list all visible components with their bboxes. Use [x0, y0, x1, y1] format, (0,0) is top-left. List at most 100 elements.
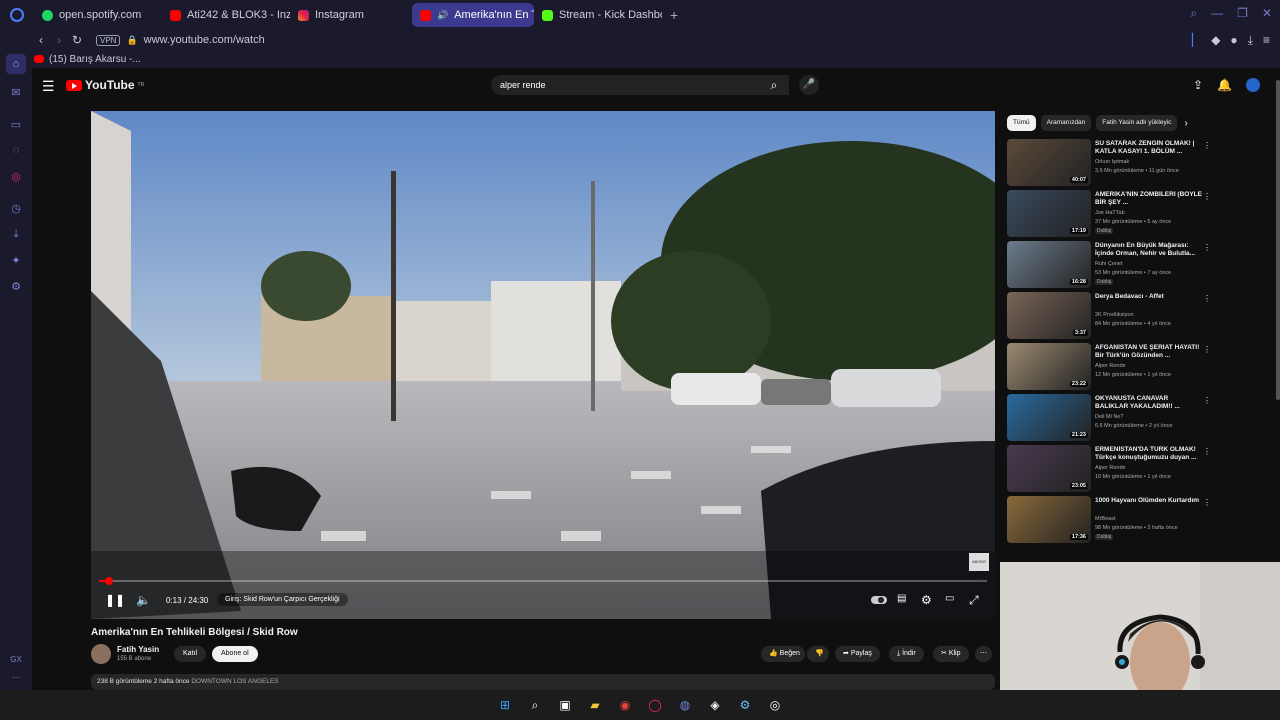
- task-view-icon[interactable]: ▣: [555, 695, 575, 715]
- related-channel-name[interactable]: Joe HaTTab: [1095, 210, 1125, 216]
- forward-icon[interactable]: ›: [50, 33, 68, 47]
- vpn-badge[interactable]: VPN: [96, 34, 121, 46]
- browser-menu-icon[interactable]: ≡: [1263, 33, 1270, 48]
- theater-mode-icon[interactable]: ▭: [945, 593, 954, 604]
- download-button[interactable]: ⤓ İndir: [889, 646, 924, 662]
- back-icon[interactable]: ‹: [32, 33, 50, 47]
- video-thumbnail[interactable]: 40:07: [1007, 139, 1091, 186]
- video-thumbnail[interactable]: 3:37: [1007, 292, 1091, 339]
- progress-scrubber[interactable]: [105, 577, 113, 585]
- youtube-logo[interactable]: YouTube TR: [66, 78, 144, 92]
- video-thumbnail[interactable]: 23:05: [1007, 445, 1091, 492]
- more-vertical-icon[interactable]: ⋮: [1203, 498, 1211, 507]
- related-channel-name[interactable]: Orkun Işıtmak: [1095, 159, 1129, 165]
- steam-icon[interactable]: ⚙: [735, 695, 755, 715]
- related-channel-name[interactable]: Alper Rende: [1095, 363, 1126, 369]
- hamburger-menu-icon[interactable]: ☰: [42, 78, 55, 95]
- search-tabs-icon[interactable]: ⌕: [1190, 6, 1197, 21]
- chip-all[interactable]: Tümü: [1007, 115, 1036, 131]
- reload-icon[interactable]: ↻: [68, 33, 86, 47]
- subscribe-watermark[interactable]: ABONE OL: [969, 553, 989, 582]
- tab-instagram[interactable]: Instagram: [290, 3, 412, 27]
- search-icon[interactable]: ⌕: [761, 75, 787, 95]
- tab-youtube-music[interactable]: Ati242 & BLOK3 - Inzagh: [162, 3, 290, 27]
- join-button[interactable]: Katıl: [174, 646, 207, 662]
- account-avatar[interactable]: [1246, 78, 1260, 92]
- related-video-title[interactable]: SU SATARAK ZENGİN OLMAK! | KATLA KASAYI …: [1095, 140, 1203, 156]
- related-video-title[interactable]: AFGANİSTAN VE ŞERİAT HAYATI! Bir Türk'ün…: [1095, 344, 1203, 360]
- obs-icon[interactable]: ◎: [765, 695, 785, 715]
- related-channel-name[interactable]: 2K Prodüksiyon: [1095, 312, 1134, 318]
- subtitles-icon[interactable]: ▤: [897, 593, 906, 604]
- more-vertical-icon[interactable]: ⋮: [1203, 243, 1211, 252]
- channel-avatar[interactable]: [91, 644, 111, 664]
- video-thumbnail[interactable]: 21:23: [1007, 394, 1091, 441]
- related-video-title[interactable]: Dünyanın En Büyük Mağarası: İçinde Orman…: [1095, 242, 1203, 258]
- related-video-item[interactable]: 17:19 AMERİKA'NIN ZOMBİLERİ (BÖYLE BİR ŞE…: [1007, 190, 1211, 241]
- subscribe-button[interactable]: Abone ol: [212, 646, 258, 662]
- instagram-icon[interactable]: ◎: [8, 168, 24, 184]
- video-player[interactable]: ❚❚ 🔈 0:13 / 24:30 Giriş: Skid Row'un Çar…: [91, 111, 995, 619]
- bookmark-item[interactable]: (15) Barış Akarsu -...: [49, 54, 141, 65]
- volume-icon[interactable]: 🔈: [136, 593, 151, 607]
- minimize-icon[interactable]: —: [1211, 6, 1223, 21]
- page-scrollbar[interactable]: [1276, 80, 1280, 400]
- related-video-item[interactable]: 16:28 Dünyanın En Büyük Mağarası: İçinde …: [1007, 241, 1211, 292]
- new-tab-button[interactable]: +: [662, 7, 686, 23]
- maximize-icon[interactable]: ❐: [1237, 6, 1248, 21]
- related-channel-name[interactable]: MrBeast: [1095, 516, 1115, 522]
- related-video-title[interactable]: AMERİKA'NIN ZOMBİLERİ (BÖYLE BİR ŞEY ...: [1095, 191, 1203, 207]
- more-vertical-icon[interactable]: ⋮: [1203, 294, 1211, 303]
- related-video-item[interactable]: 3:37 Derya Bedavacı - Affet 2K Prodüksiyon…: [1007, 292, 1211, 343]
- share-button[interactable]: ➦ Paylaş: [835, 646, 880, 662]
- description-box[interactable]: 238 B görüntüleme 2 hafta önce DOWNTOWN …: [91, 674, 995, 690]
- search-taskbar-icon[interactable]: ⌕: [525, 695, 545, 715]
- more-icon[interactable]: ⋯: [12, 673, 20, 682]
- tab-spotify[interactable]: open.spotify.com: [34, 3, 162, 27]
- related-video-item[interactable]: 21:23 OKYANUSTA CANAVAR BALIKLAR YAKALADI…: [1007, 394, 1211, 445]
- opera-gx-icon[interactable]: ◯: [645, 695, 665, 715]
- more-vertical-icon[interactable]: ⋮: [1203, 141, 1211, 150]
- history-icon[interactable]: ◷: [8, 200, 24, 216]
- chip-from-search[interactable]: Aramanızdan: [1040, 115, 1092, 131]
- messenger-icon[interactable]: ✉: [8, 84, 24, 100]
- search-input[interactable]: alper rende ✕: [491, 75, 789, 95]
- clip-button[interactable]: ✂ Klip: [933, 646, 969, 662]
- chip-from-uploader[interactable]: Fatih Yasin adlı yükleyic: [1096, 115, 1178, 131]
- app-icon[interactable]: ◈: [705, 695, 725, 715]
- extensions-icon[interactable]: ◆: [1211, 33, 1220, 48]
- pinned-bar-icon[interactable]: ▏: [1192, 33, 1201, 48]
- file-explorer-icon[interactable]: ▰: [585, 695, 605, 715]
- related-video-item[interactable]: 17:36 1000 Hayvanı Ölümden Kurtardım MrBea…: [1007, 496, 1211, 547]
- settings-icon[interactable]: ⚙: [8, 278, 24, 294]
- fullscreen-icon[interactable]: ⤢: [969, 593, 979, 608]
- related-channel-name[interactable]: Alper Rende: [1095, 465, 1126, 471]
- related-video-item[interactable]: 23:05 ERMENİSTAN'DA TÜRK OLMAK! Türkçe ko…: [1007, 445, 1211, 496]
- video-thumbnail[interactable]: 16:28: [1007, 241, 1091, 288]
- related-video-item[interactable]: 23:22 AFGANİSTAN VE ŞERİAT HAYATI! Bir Tü…: [1007, 343, 1211, 394]
- aria-icon[interactable]: ◌: [8, 142, 24, 158]
- profile-icon[interactable]: ●: [1230, 33, 1237, 48]
- more-vertical-icon[interactable]: ⋮: [1203, 447, 1211, 456]
- dislike-button[interactable]: 👎: [807, 646, 829, 662]
- close-window-icon[interactable]: ✕: [1262, 6, 1272, 21]
- related-video-title[interactable]: ERMENİSTAN'DA TÜRK OLMAK! Türkçe konuştu…: [1095, 446, 1203, 462]
- more-vertical-icon[interactable]: ⋮: [1203, 345, 1211, 354]
- channel-name[interactable]: Fatih Yasin: [117, 645, 159, 654]
- chrome-icon[interactable]: ◉: [615, 695, 635, 715]
- more-vertical-icon[interactable]: ⋮: [1203, 192, 1211, 201]
- progress-bar[interactable]: [99, 580, 987, 582]
- video-thumbnail[interactable]: 17:36: [1007, 496, 1091, 543]
- gx-icon[interactable]: GX: [10, 655, 22, 664]
- related-video-title[interactable]: 1000 Hayvanı Ölümden Kurtardım: [1095, 497, 1203, 505]
- tab-kick[interactable]: Stream - Kick Dashboard: [534, 3, 662, 27]
- settings-gear-icon[interactable]: ⚙: [921, 593, 932, 607]
- upload-icon[interactable]: ⇪: [1193, 78, 1203, 92]
- home-icon[interactable]: ⌂: [6, 54, 26, 74]
- more-vertical-icon[interactable]: ⋮: [1203, 396, 1211, 405]
- related-video-title[interactable]: OKYANUSTA CANAVAR BALIKLAR YAKALADIM!! .…: [1095, 395, 1203, 411]
- wallet-icon[interactable]: ▭: [8, 116, 24, 132]
- related-video-item[interactable]: 40:07 SU SATARAK ZENGİN OLMAK! | KATLA KA…: [1007, 139, 1211, 190]
- tab-youtube-active[interactable]: 🔊 Amerika'nın En Tehlik: [412, 3, 534, 27]
- url-field[interactable]: www.youtube.com/watch: [144, 34, 265, 46]
